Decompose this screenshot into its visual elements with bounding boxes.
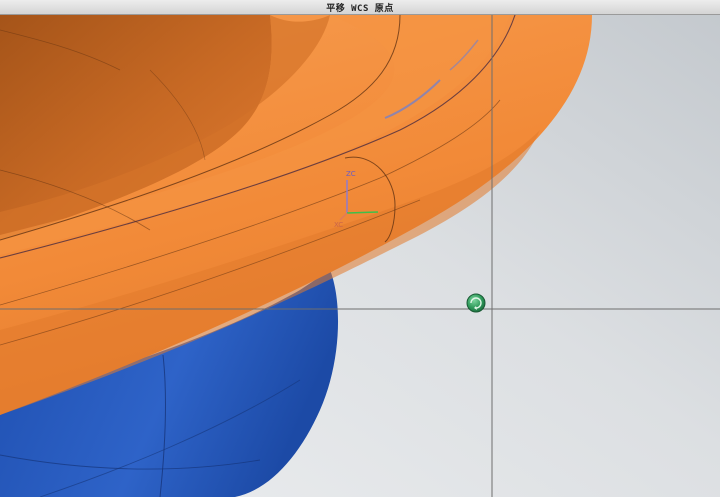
cad-application: 平移 WCS 原点 ZC XC bbox=[0, 0, 720, 497]
graphics-viewport[interactable]: ZC XC bbox=[0, 15, 720, 497]
origin-snap-icon[interactable] bbox=[466, 293, 486, 313]
window-title: 平移 WCS 原点 bbox=[326, 3, 394, 14]
wcs-y-axis[interactable] bbox=[346, 211, 379, 214]
wcs-x-label: XC bbox=[334, 221, 343, 229]
title-bar: 平移 WCS 原点 bbox=[0, 0, 720, 15]
wcs-z-label: ZC bbox=[346, 170, 356, 178]
viewport-canvas[interactable]: ZC XC bbox=[0, 15, 720, 497]
